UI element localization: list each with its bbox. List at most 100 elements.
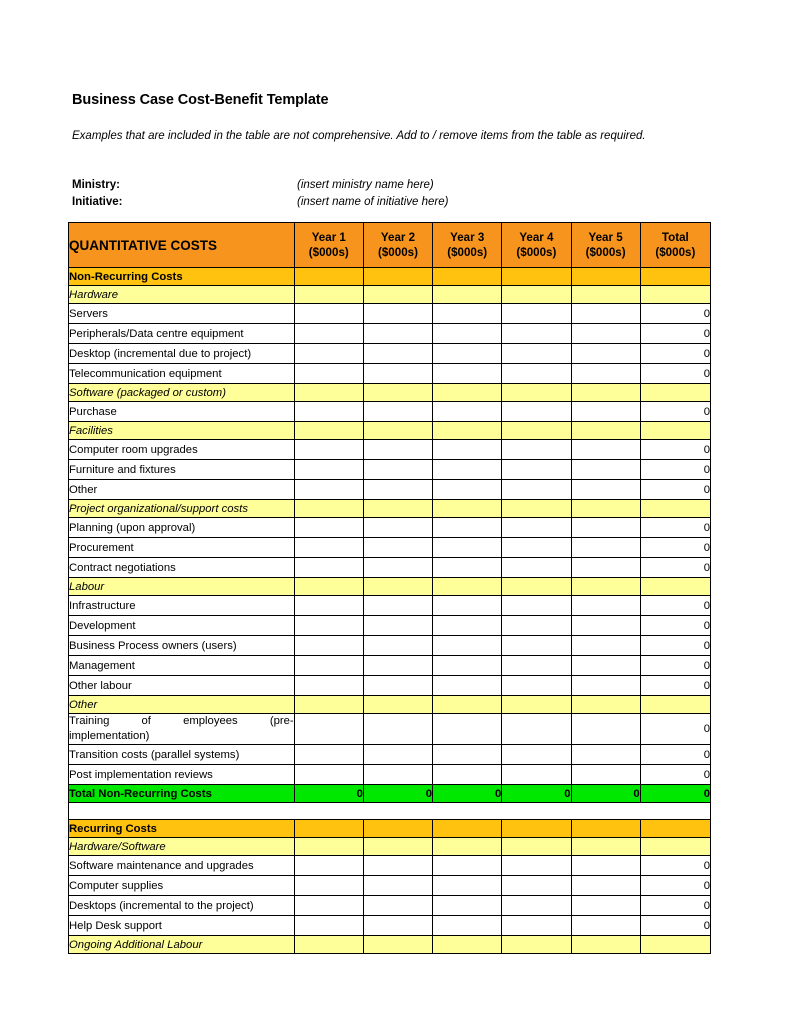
cell-total[interactable]: 0	[639, 675, 712, 696]
cell-year-3[interactable]	[432, 363, 503, 384]
cell-year-5[interactable]	[570, 363, 641, 384]
cell-year-3[interactable]	[432, 557, 503, 578]
cell-year-5[interactable]	[570, 675, 641, 696]
cell-year-3[interactable]	[432, 713, 503, 745]
cell-total[interactable]: 0	[639, 764, 712, 785]
cell-year-1[interactable]	[293, 615, 364, 636]
cell-year-1[interactable]	[293, 343, 364, 364]
cell-year-4[interactable]	[501, 363, 572, 384]
cell-year-4[interactable]	[501, 577, 572, 596]
cell-year-3[interactable]	[432, 323, 503, 344]
cell-total[interactable]: 0	[639, 615, 712, 636]
cell-year-3[interactable]	[432, 675, 503, 696]
cell-year-1[interactable]	[293, 401, 364, 422]
cell-year-4[interactable]	[501, 915, 572, 936]
cell-year-4[interactable]	[501, 635, 572, 656]
cell-year-4[interactable]	[501, 439, 572, 460]
cell-year-4[interactable]	[501, 383, 572, 402]
cell-total[interactable]	[639, 421, 712, 440]
cell-total[interactable]: 0	[639, 595, 712, 616]
cell-year-4[interactable]	[501, 499, 572, 518]
cell-year-2[interactable]	[362, 323, 434, 344]
cell-year-1[interactable]	[293, 479, 364, 500]
cell-year-2[interactable]	[362, 343, 434, 364]
cell-year-5[interactable]	[570, 383, 641, 402]
cell-year-4[interactable]	[501, 303, 572, 324]
cell-year-4[interactable]	[501, 557, 572, 578]
cell-year-1[interactable]	[293, 855, 364, 876]
cell-total[interactable]: 0	[639, 915, 712, 936]
cell-year-4[interactable]	[501, 285, 572, 304]
cell-year-4[interactable]	[501, 744, 572, 765]
cell-year-3[interactable]	[432, 517, 503, 538]
cell-year-1[interactable]	[293, 695, 364, 714]
cell-year-2[interactable]	[362, 895, 434, 916]
cell-year-5[interactable]	[570, 695, 641, 714]
cell-year-2[interactable]: 0	[362, 784, 434, 803]
cell-year-3[interactable]	[432, 915, 503, 936]
cell-year-5[interactable]	[570, 459, 641, 480]
cell-year-5[interactable]	[570, 439, 641, 460]
cell-year-3[interactable]	[432, 499, 503, 518]
cell-year-1[interactable]	[293, 675, 364, 696]
cell-year-5[interactable]	[570, 499, 641, 518]
cell-year-2[interactable]	[362, 635, 434, 656]
cell-year-3[interactable]	[432, 577, 503, 596]
cell-year-5[interactable]	[570, 764, 641, 785]
cell-total[interactable]: 0	[639, 439, 712, 460]
cell-year-3[interactable]	[432, 401, 503, 422]
cell-total[interactable]: 0	[639, 635, 712, 656]
cell-total[interactable]	[639, 695, 712, 714]
cell-year-1[interactable]	[293, 875, 364, 896]
cell-year-2[interactable]	[362, 517, 434, 538]
cell-year-4[interactable]: 0	[501, 784, 572, 803]
cell-total[interactable]: 0	[639, 343, 712, 364]
cell-year-4[interactable]	[501, 935, 572, 954]
cell-year-4[interactable]	[501, 267, 572, 286]
cell-year-4[interactable]	[501, 764, 572, 785]
cell-year-3[interactable]	[432, 875, 503, 896]
cell-year-3[interactable]	[432, 615, 503, 636]
cell-year-5[interactable]	[570, 635, 641, 656]
cell-total[interactable]	[639, 819, 712, 838]
cell-year-4[interactable]	[501, 517, 572, 538]
cell-year-2[interactable]	[362, 615, 434, 636]
cell-total[interactable]: 0	[639, 655, 712, 676]
cell-year-2[interactable]	[362, 401, 434, 422]
cell-year-1[interactable]	[293, 323, 364, 344]
cell-year-2[interactable]	[362, 595, 434, 616]
cell-total[interactable]: 0	[639, 537, 712, 558]
cell-year-4[interactable]	[501, 615, 572, 636]
cell-total[interactable]	[639, 499, 712, 518]
cell-year-4[interactable]	[501, 421, 572, 440]
cell-year-5[interactable]	[570, 517, 641, 538]
cell-year-5[interactable]	[570, 915, 641, 936]
cell-year-1[interactable]	[293, 915, 364, 936]
cell-year-1[interactable]	[293, 819, 364, 838]
cell-year-1[interactable]: 0	[293, 784, 364, 803]
cell-year-1[interactable]	[293, 439, 364, 460]
cell-total[interactable]: 0	[639, 479, 712, 500]
cell-year-5[interactable]	[570, 875, 641, 896]
cell-year-2[interactable]	[362, 695, 434, 714]
cell-total[interactable]: 0	[639, 401, 712, 422]
cell-year-4[interactable]	[501, 855, 572, 876]
cell-year-3[interactable]	[432, 303, 503, 324]
cell-year-3[interactable]	[432, 439, 503, 460]
cell-year-3[interactable]	[432, 285, 503, 304]
cell-year-1[interactable]	[293, 895, 364, 916]
cell-year-5[interactable]	[570, 935, 641, 954]
cell-year-5[interactable]	[570, 303, 641, 324]
cell-year-5[interactable]	[570, 323, 641, 344]
cell-year-2[interactable]	[362, 479, 434, 500]
cell-year-1[interactable]	[293, 635, 364, 656]
cell-year-3[interactable]	[432, 537, 503, 558]
cell-year-3[interactable]	[432, 383, 503, 402]
cell-year-4[interactable]	[501, 595, 572, 616]
cell-year-2[interactable]	[362, 713, 434, 745]
cell-year-2[interactable]	[362, 577, 434, 596]
cell-year-1[interactable]	[293, 537, 364, 558]
cell-year-3[interactable]	[432, 695, 503, 714]
cell-year-2[interactable]	[362, 285, 434, 304]
cell-year-3[interactable]	[432, 855, 503, 876]
